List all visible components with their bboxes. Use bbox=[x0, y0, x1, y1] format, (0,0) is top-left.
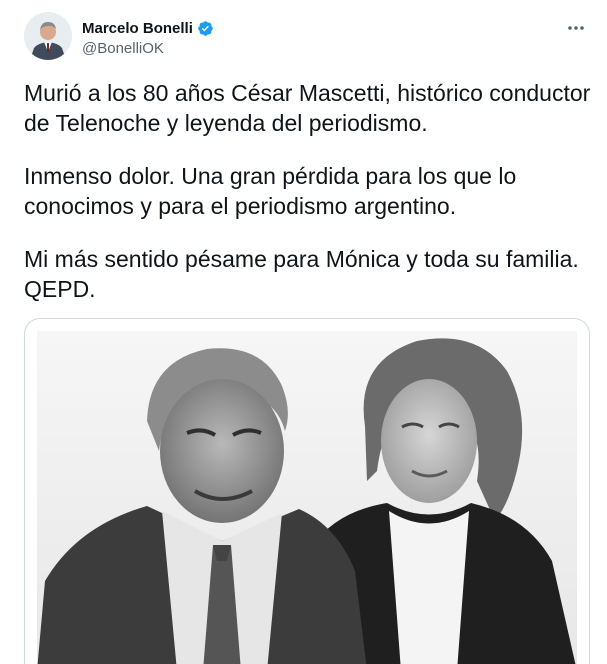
author-info: Marcelo Bonelli @BonelliOK bbox=[82, 18, 214, 57]
tweet-paragraph-1: Murió a los 80 años César Mascetti, hist… bbox=[24, 80, 591, 136]
tweet-text: Murió a los 80 años César Mascetti, hist… bbox=[24, 78, 592, 327]
media-photo[interactable] bbox=[24, 318, 590, 664]
person-avatar-icon bbox=[24, 12, 72, 60]
avatar[interactable] bbox=[24, 12, 72, 60]
verified-badge-icon bbox=[197, 20, 214, 37]
more-options-icon[interactable] bbox=[563, 18, 589, 38]
portrait-photo bbox=[37, 331, 577, 664]
tweet: Marcelo Bonelli @BonelliOK Murió a los 8… bbox=[0, 0, 607, 664]
tweet-header: Marcelo Bonelli @BonelliOK bbox=[24, 12, 589, 64]
tweet-paragraph-2: Inmenso dolor. Una gran pérdida para los… bbox=[24, 163, 517, 219]
tweet-paragraph-3: Mi más sentido pésame para Mónica y toda… bbox=[24, 246, 579, 302]
display-name[interactable]: Marcelo Bonelli bbox=[82, 20, 193, 37]
man-face bbox=[160, 379, 284, 523]
author-handle[interactable]: @BonelliOK bbox=[82, 40, 214, 57]
woman-face bbox=[381, 379, 477, 503]
